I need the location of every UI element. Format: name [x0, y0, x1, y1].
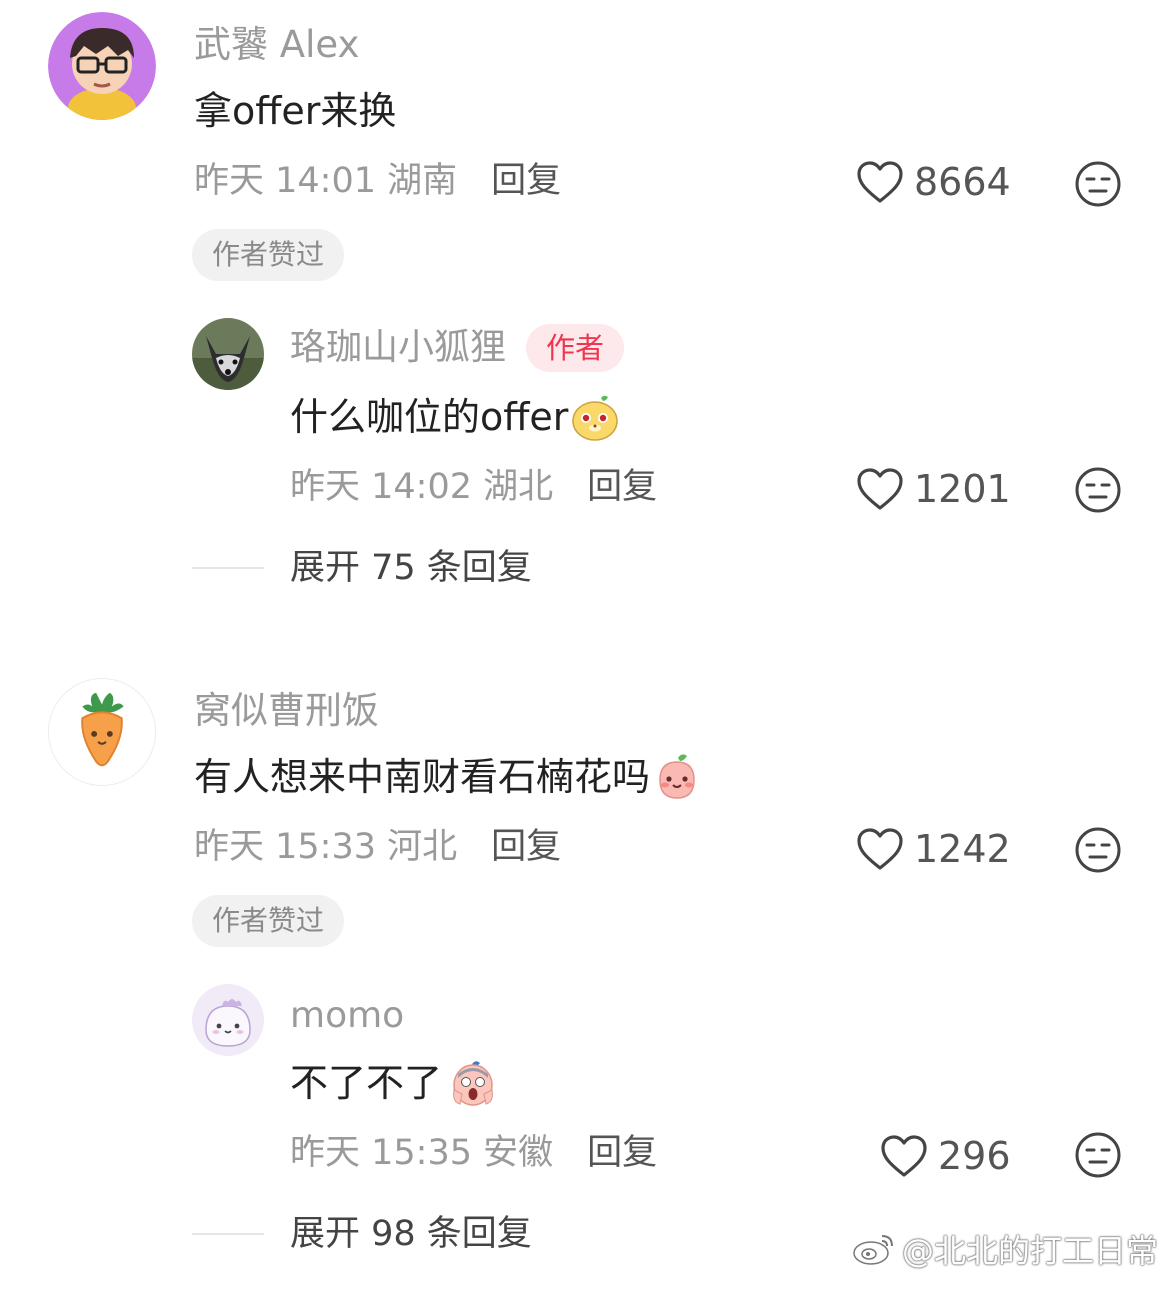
comment-text-content: 拿offer来换	[194, 89, 397, 133]
like-count: 1242	[914, 827, 1011, 871]
expand-divider	[192, 567, 264, 569]
like-button[interactable]: 8664	[856, 160, 1011, 204]
expand-replies-button[interactable]: 展开 98 条回复	[290, 1217, 532, 1252]
reply-text-content: 什么咖位的offer	[290, 395, 569, 439]
like-count: 296	[938, 1134, 1011, 1178]
avatar-alex[interactable]	[48, 12, 156, 120]
watermark-text: @北北的打工日常	[901, 1232, 1158, 1270]
comment-meta: 昨天 14:01 湖南 回复	[194, 164, 561, 199]
heart-icon	[881, 1135, 927, 1177]
comment-username[interactable]: 窝似曹刑饭	[194, 692, 379, 729]
like-button[interactable]: 1201	[856, 467, 1011, 511]
reply-button[interactable]: 回复	[587, 467, 657, 507]
reply-button[interactable]: 回复	[491, 827, 561, 867]
screaming-face-emoji-icon	[448, 1058, 498, 1108]
neutral-face-icon[interactable]	[1074, 466, 1122, 514]
reply-meta: 昨天 14:02 湖北 回复	[290, 470, 657, 505]
reply-button[interactable]: 回复	[491, 161, 561, 201]
expand-replies-button[interactable]: 展开 75 条回复	[290, 551, 532, 586]
reply-username[interactable]: momo	[290, 998, 404, 1034]
neutral-face-icon[interactable]	[1074, 1131, 1122, 1179]
avatar-fox[interactable]	[192, 318, 264, 390]
reply-username-row: 珞珈山小狐狸 作者	[290, 324, 625, 372]
comment-time-location: 昨天 14:01 湖南	[194, 161, 458, 201]
comment-text: 拿offer来换	[194, 92, 396, 130]
comment-meta: 昨天 15:33 河北 回复	[194, 830, 561, 865]
yellow-bear-emoji-icon	[570, 392, 620, 442]
author-badge: 作者	[526, 324, 625, 372]
liked-by-author-tag: 作者赞过	[192, 895, 345, 947]
neutral-face-icon[interactable]	[1074, 160, 1122, 208]
like-button[interactable]: 296	[880, 1134, 1011, 1178]
comment-time-location: 昨天 15:33 河北	[194, 827, 458, 867]
comment-text-content: 有人想来中南财看石楠花吗	[194, 755, 651, 799]
comment-username[interactable]: 武饕 Alex	[194, 26, 359, 63]
weibo-logo-icon	[853, 1235, 893, 1265]
comment-text: 有人想来中南财看石楠花吗	[194, 752, 702, 802]
reply-meta: 昨天 15:35 安徽 回复	[290, 1136, 657, 1171]
heart-icon	[857, 468, 903, 510]
watermark: @北北的打工日常	[852, 1226, 1158, 1272]
heart-icon	[857, 828, 903, 870]
heart-icon	[857, 161, 903, 203]
reply-text-content: 不了不了	[290, 1061, 443, 1105]
like-count: 1201	[914, 467, 1011, 511]
expand-divider	[192, 1233, 264, 1235]
reply-text: 不了不了	[290, 1058, 498, 1108]
neutral-face-icon[interactable]	[1074, 826, 1122, 874]
avatar-momo[interactable]	[192, 984, 264, 1056]
reply-username[interactable]: 珞珈山小狐狸	[290, 330, 506, 366]
reply-button[interactable]: 回复	[587, 1133, 657, 1173]
avatar-carrot[interactable]	[48, 678, 156, 786]
reply-time-location: 昨天 15:35 安徽	[290, 1133, 554, 1173]
pink-peach-emoji-icon	[652, 752, 702, 802]
reply-text: 什么咖位的offer	[290, 392, 620, 442]
reply-time-location: 昨天 14:02 湖北	[290, 467, 554, 507]
like-button[interactable]: 1242	[856, 827, 1011, 871]
liked-by-author-tag: 作者赞过	[192, 229, 345, 281]
like-count: 8664	[914, 160, 1011, 204]
